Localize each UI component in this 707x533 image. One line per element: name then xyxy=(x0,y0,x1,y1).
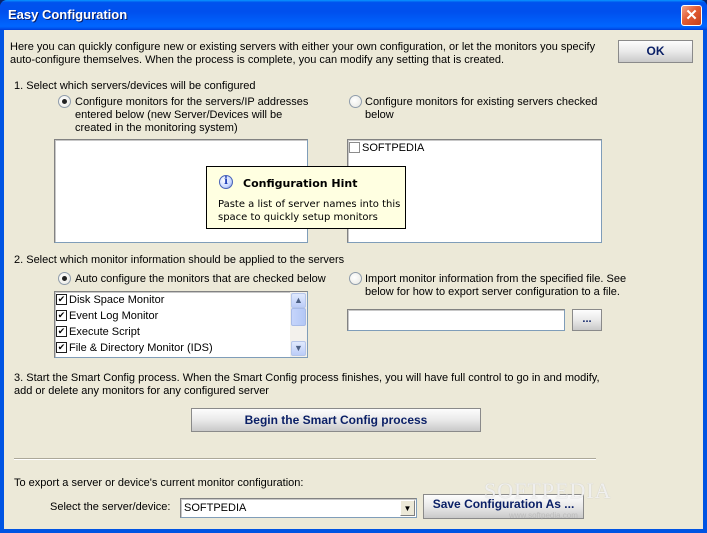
scroll-up-button[interactable]: ▲ xyxy=(291,293,306,308)
existing-server-item[interactable]: SOFTPEDIA xyxy=(348,140,601,156)
close-icon: ✕ xyxy=(685,7,698,24)
monitors-list[interactable]: Disk Space Monitor Event Log Monitor Exe… xyxy=(54,291,308,358)
scroll-thumb[interactable] xyxy=(291,308,306,326)
configuration-hint-tooltip: i Configuration Hint Paste a list of ser… xyxy=(206,166,406,229)
tooltip-line1: Paste a list of server names into this xyxy=(218,199,401,210)
chevron-down-icon: ▼ xyxy=(294,343,303,353)
radio-import-label-line1: Import monitor information from the spec… xyxy=(365,273,627,285)
radio-configure-new-label-line3: created in the monitoring system) xyxy=(75,122,238,134)
radio-configure-existing-label-line2: below xyxy=(365,109,394,121)
section1-heading: 1. Select which servers/devices will be … xyxy=(14,80,256,92)
monitor-checkbox[interactable] xyxy=(56,326,67,337)
import-file-input[interactable] xyxy=(347,309,565,331)
section2-heading: 2. Select which monitor information shou… xyxy=(14,254,345,266)
tooltip-line2: space to quickly setup monitors xyxy=(218,212,378,223)
chevron-down-icon: ▼ xyxy=(403,504,412,513)
section-divider xyxy=(14,458,596,460)
existing-server-name: SOFTPEDIA xyxy=(362,142,425,154)
monitor-name: Execute Script xyxy=(69,326,140,338)
export-heading: To export a server or device's current m… xyxy=(14,477,304,489)
window-title: Easy Configuration xyxy=(8,7,128,22)
close-button[interactable]: ✕ xyxy=(681,5,702,26)
radio-auto-configure-label: Auto configure the monitors that are che… xyxy=(75,273,326,285)
radio-import-label-line2: below for how to export server configura… xyxy=(365,286,620,298)
monitor-checkbox[interactable] xyxy=(56,342,67,353)
title-bar[interactable]: Easy Configuration ✕ xyxy=(0,0,707,30)
monitor-item[interactable]: File & Directory Monitor (IDS) xyxy=(55,340,307,356)
monitor-item[interactable]: Disk Space Monitor xyxy=(55,292,307,308)
server-select-value: SOFTPEDIA xyxy=(184,502,247,514)
radio-configure-existing-servers[interactable] xyxy=(349,95,362,108)
monitors-scrollbar[interactable]: ▲ ▼ xyxy=(290,292,307,357)
monitor-item[interactable]: Event Log Monitor xyxy=(55,308,307,324)
info-icon: i xyxy=(219,175,233,189)
browse-file-button[interactable]: ... xyxy=(572,309,602,331)
monitor-name: Disk Space Monitor xyxy=(69,294,165,306)
scroll-down-button[interactable]: ▼ xyxy=(291,341,306,356)
section3-text-line2: add or delete any monitors for any confi… xyxy=(14,385,269,397)
softpedia-watermark: SOFTPEDIA xyxy=(484,478,612,503)
monitor-name: Event Log Monitor xyxy=(69,310,159,322)
ok-button[interactable]: OK xyxy=(618,40,693,63)
existing-server-checkbox[interactable] xyxy=(349,142,360,153)
select-server-label: Select the server/device: xyxy=(50,501,171,513)
section3-text-line1: 3. Start the Smart Config process. When … xyxy=(14,372,600,384)
chevron-up-icon: ▲ xyxy=(294,295,303,305)
intro-text-line1: Here you can quickly configure new or ex… xyxy=(10,41,596,53)
radio-configure-new-label-line2: entered below (new Server/Devices will b… xyxy=(75,109,283,121)
radio-configure-new-label-line1: Configure monitors for the servers/IP ad… xyxy=(75,96,309,108)
radio-configure-existing-label-line1: Configure monitors for existing servers … xyxy=(365,96,598,108)
monitor-name: File & Directory Monitor (IDS) xyxy=(69,342,213,354)
monitor-checkbox[interactable] xyxy=(56,294,67,305)
begin-smart-config-button[interactable]: Begin the Smart Config process xyxy=(191,408,481,432)
dialog-body: Here you can quickly configure new or ex… xyxy=(4,30,703,529)
softpedia-watermark-url: www.softpedia.com xyxy=(509,511,578,520)
easy-configuration-window: Easy Configuration ✕ Here you can quickl… xyxy=(0,0,707,533)
radio-auto-configure[interactable] xyxy=(58,272,71,285)
tooltip-title: Configuration Hint xyxy=(243,177,358,190)
monitor-item[interactable]: Execute Script xyxy=(55,324,307,340)
monitor-checkbox[interactable] xyxy=(56,310,67,321)
radio-configure-new-servers[interactable] xyxy=(58,95,71,108)
radio-import-from-file[interactable] xyxy=(349,272,362,285)
dropdown-arrow-button[interactable]: ▼ xyxy=(400,500,415,516)
intro-text-line2: auto-configure themselves. When the proc… xyxy=(10,54,505,66)
server-select-dropdown[interactable]: SOFTPEDIA ▼ xyxy=(180,498,417,518)
